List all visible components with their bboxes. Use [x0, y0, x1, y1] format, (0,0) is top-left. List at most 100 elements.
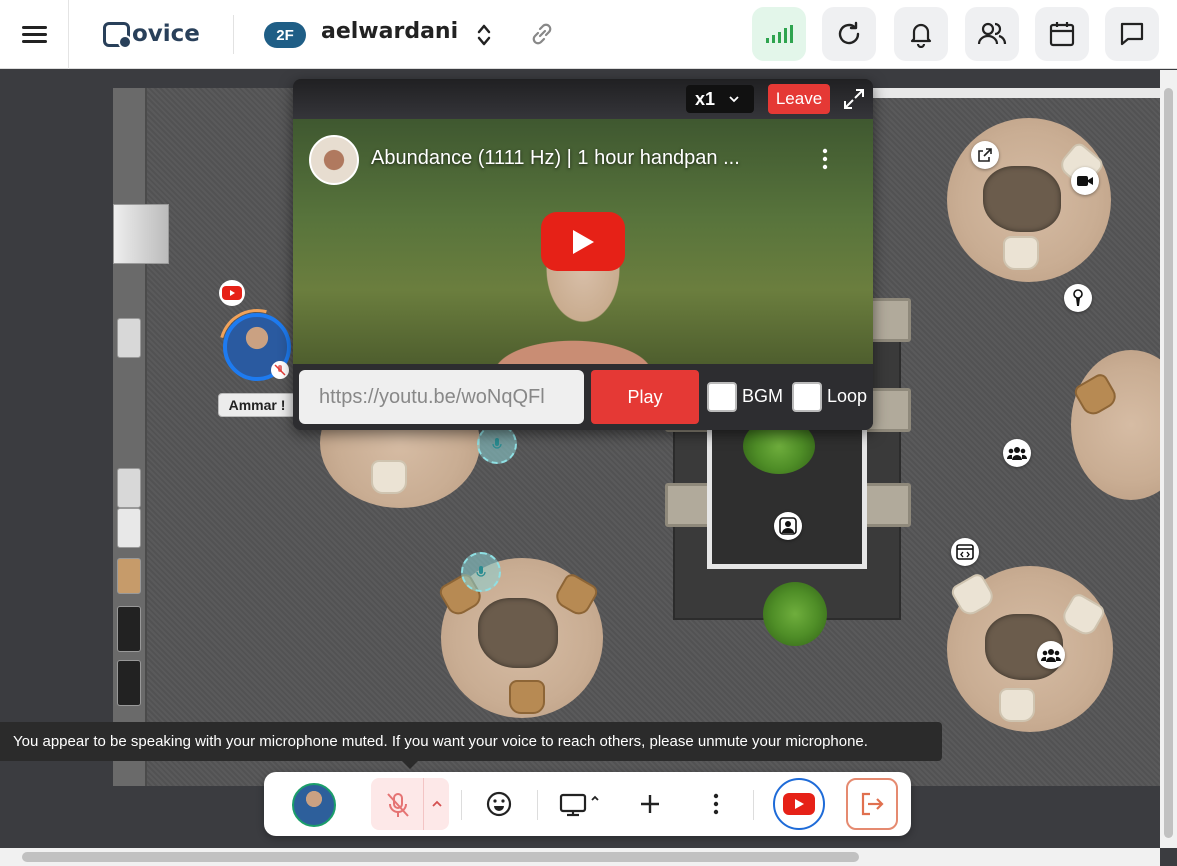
- mic-options-button[interactable]: [423, 778, 449, 830]
- horizontal-scrollbar[interactable]: [0, 848, 1160, 866]
- table: [983, 166, 1061, 232]
- youtube-icon: [783, 793, 815, 815]
- reaction-button[interactable]: [481, 786, 517, 822]
- muted-warning-tooltip: You appear to be speaking with your micr…: [0, 722, 942, 769]
- toolbar-divider: [461, 790, 462, 820]
- signal-icon: [766, 25, 793, 43]
- chevron-up-icon: [431, 800, 442, 807]
- playback-speed-value: x1: [695, 88, 716, 109]
- channel-avatar[interactable]: [309, 135, 359, 185]
- toolbar-divider: [537, 790, 538, 820]
- microphone-icon: [476, 566, 486, 577]
- mic-muted-icon: [387, 793, 409, 817]
- screen-share-button[interactable]: [556, 786, 606, 822]
- video-camera-icon: [1077, 176, 1093, 186]
- members-button[interactable]: [965, 7, 1019, 61]
- vertical-scrollbar[interactable]: [1160, 70, 1177, 848]
- mic-off-icon: [274, 364, 286, 376]
- person-frame-icon: [779, 517, 797, 535]
- code-window-icon: [956, 544, 974, 560]
- refresh-button[interactable]: [822, 7, 876, 61]
- ovice-logo[interactable]: ovice: [103, 18, 200, 50]
- seat-spot[interactable]: [477, 424, 517, 464]
- stove: [117, 660, 141, 706]
- logo-text: ovice: [132, 21, 200, 47]
- plant: [763, 582, 827, 646]
- muted-indicator: [271, 361, 289, 379]
- table: [478, 598, 558, 668]
- external-link-object[interactable]: [971, 141, 999, 169]
- group-icon: [1007, 447, 1027, 460]
- menu-button[interactable]: [0, 0, 69, 69]
- notifications-button[interactable]: [894, 7, 948, 61]
- chair: [1003, 236, 1039, 270]
- refrigerator: [113, 204, 169, 264]
- toolbar-divider: [753, 790, 754, 820]
- chat-button[interactable]: [1105, 7, 1159, 61]
- add-button[interactable]: [632, 786, 668, 822]
- youtube-icon: [222, 286, 242, 300]
- users-icon: [977, 22, 1007, 45]
- expand-icon[interactable]: [842, 87, 866, 111]
- vertical-scroll-thumb[interactable]: [1164, 88, 1173, 838]
- youtube-controls: Play BGM Loop: [293, 364, 873, 430]
- mic-toggle-button[interactable]: [371, 778, 449, 830]
- user-avatar[interactable]: [205, 295, 309, 399]
- microphone-icon: [492, 438, 502, 449]
- group-object[interactable]: [1037, 641, 1065, 669]
- rug: [1071, 350, 1160, 500]
- cutting-board: [117, 558, 141, 594]
- seat-spot[interactable]: [461, 552, 501, 592]
- horizontal-scroll-thumb[interactable]: [22, 852, 859, 862]
- group-icon: [1041, 649, 1061, 662]
- emoji-icon: [486, 791, 512, 817]
- play-button[interactable]: Play: [591, 370, 699, 424]
- bgm-label: BGM: [742, 386, 784, 406]
- youtube-play-button[interactable]: [541, 212, 625, 271]
- chair: [999, 688, 1035, 722]
- link-icon[interactable]: [528, 20, 556, 48]
- youtube-status-bubble: [219, 280, 245, 306]
- meeting-object[interactable]: [774, 512, 802, 540]
- screen-share-icon: [559, 793, 599, 817]
- youtube-url-input[interactable]: [299, 370, 584, 424]
- floor-badge[interactable]: 2F: [264, 22, 306, 48]
- play-icon: [573, 229, 594, 254]
- refresh-icon: [838, 21, 860, 45]
- calendar-icon: [1049, 22, 1075, 47]
- sofa: [863, 483, 911, 527]
- loop-label: Loop: [827, 386, 868, 406]
- connection-signal-button[interactable]: [752, 7, 806, 61]
- chevron-down-icon: [729, 96, 739, 103]
- my-avatar-button[interactable]: [292, 783, 336, 827]
- video-object[interactable]: [1071, 167, 1099, 195]
- leave-button[interactable]: Leave: [768, 84, 830, 114]
- sink: [117, 318, 141, 358]
- bottom-toolbar: [264, 772, 911, 836]
- bgm-checkbox[interactable]: [707, 382, 737, 412]
- youtube-button[interactable]: [773, 778, 825, 830]
- microphone-object[interactable]: [1064, 284, 1092, 312]
- video-title[interactable]: Abundance (1111 Hz) | 1 hour handpan ...: [371, 147, 740, 170]
- chair: [509, 680, 545, 714]
- swap-space-icon[interactable]: [475, 22, 493, 48]
- group-object[interactable]: [1003, 439, 1031, 467]
- sink: [117, 468, 141, 508]
- ovice-logo-mark: [103, 21, 132, 49]
- chat-icon: [1120, 22, 1144, 46]
- more-options-button[interactable]: [698, 786, 734, 822]
- bell-icon: [910, 23, 932, 48]
- chair: [371, 460, 407, 494]
- more-vertical-icon[interactable]: [820, 147, 830, 171]
- space-name[interactable]: aelwardani: [321, 19, 458, 44]
- loop-checkbox[interactable]: [792, 382, 822, 412]
- calendar-button[interactable]: [1035, 7, 1089, 61]
- drying-rack: [117, 508, 141, 548]
- sofa: [665, 483, 713, 527]
- playback-speed-select[interactable]: x1: [686, 85, 754, 113]
- exit-button[interactable]: [846, 778, 898, 830]
- embed-object[interactable]: [951, 538, 979, 566]
- muted-warning-text: You appear to be speaking with your micr…: [13, 733, 868, 750]
- user-name-tag: Ammar !: [218, 393, 296, 417]
- plus-icon: [641, 795, 659, 813]
